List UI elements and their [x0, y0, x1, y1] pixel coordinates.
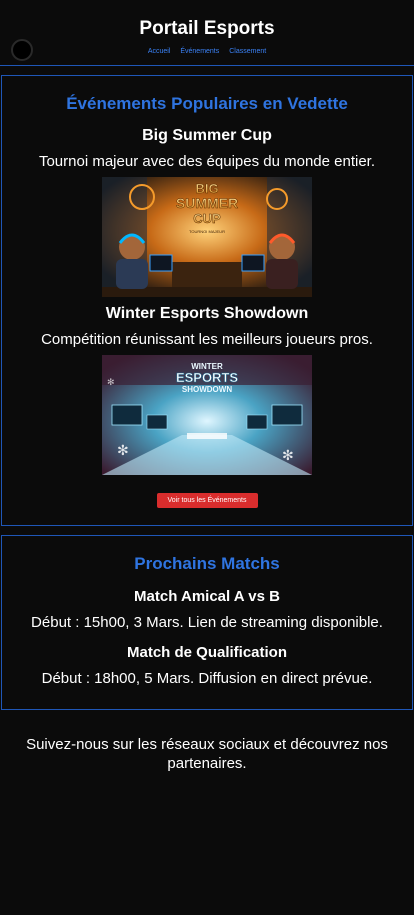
site-footer: Suivez-nous sur les réseaux sociaux et d… — [0, 710, 414, 773]
nav-link-ranking[interactable]: Classement — [229, 48, 266, 55]
event-name: Winter Esports Showdown — [105, 305, 309, 322]
svg-text:✻: ✻ — [282, 447, 294, 463]
event-description: Tournoi majeur avec des équipes du monde… — [38, 153, 376, 170]
featured-events-section: Événements Populaires en Vedette Big Sum… — [1, 75, 413, 526]
event-name: Big Summer Cup — [142, 127, 272, 144]
match-info: Début : 18h00, 5 Mars. Diffusion en dire… — [41, 670, 373, 687]
event-description: Compétition réunissant les meilleurs jou… — [41, 331, 373, 348]
svg-text:BIG: BIG — [195, 181, 218, 196]
svg-text:✻: ✻ — [117, 442, 129, 458]
match-item: Match de Qualification Début : 18h00, 5 … — [2, 643, 412, 688]
view-all-events-button[interactable]: Voir tous les Événements — [156, 493, 258, 508]
upcoming-section-title: Prochains Matchs — [134, 554, 280, 573]
featured-section-title: Événements Populaires en Vedette — [66, 94, 348, 113]
event-card: Big Summer Cup Tournoi majeur avec des é… — [2, 126, 412, 297]
match-name: Match de Qualification — [126, 644, 288, 661]
nav-link-home[interactable]: Accueil — [148, 48, 171, 55]
winter-showdown-banner[interactable]: WINTER ESPORTS SHOWDOWN ✻ ✻ ✻ — [102, 355, 312, 475]
match-item: Match Amical A vs B Début : 15h00, 3 Mar… — [2, 587, 412, 632]
svg-text:SUMMER: SUMMER — [176, 195, 238, 211]
upcoming-matches-section: Prochains Matchs Match Amical A vs B Déb… — [1, 535, 413, 710]
logo-icon[interactable] — [11, 39, 33, 61]
match-name: Match Amical A vs B — [134, 588, 280, 605]
match-info: Début : 15h00, 3 Mars. Lien de streaming… — [31, 614, 383, 631]
nav-link-events[interactable]: Événements — [180, 48, 219, 55]
site-header: Portail Esports Accueil Événements Class… — [0, 0, 414, 66]
site-title: Portail Esports — [139, 18, 275, 39]
svg-text:CUP: CUP — [193, 211, 221, 226]
main-nav: Accueil Événements Classement — [0, 48, 414, 55]
svg-text:ESPORTS: ESPORTS — [176, 370, 238, 385]
svg-text:SHOWDOWN: SHOWDOWN — [182, 385, 232, 394]
svg-text:✻: ✻ — [107, 377, 115, 387]
footer-text: Suivez-nous sur les réseaux sociaux et d… — [26, 736, 388, 772]
svg-text:TOURNOI MAJEUR: TOURNOI MAJEUR — [189, 229, 225, 234]
event-card: Winter Esports Showdown Compétition réun… — [2, 304, 412, 475]
big-summer-cup-banner[interactable]: BIG SUMMER CUP TOURNOI MAJEUR — [102, 177, 312, 297]
